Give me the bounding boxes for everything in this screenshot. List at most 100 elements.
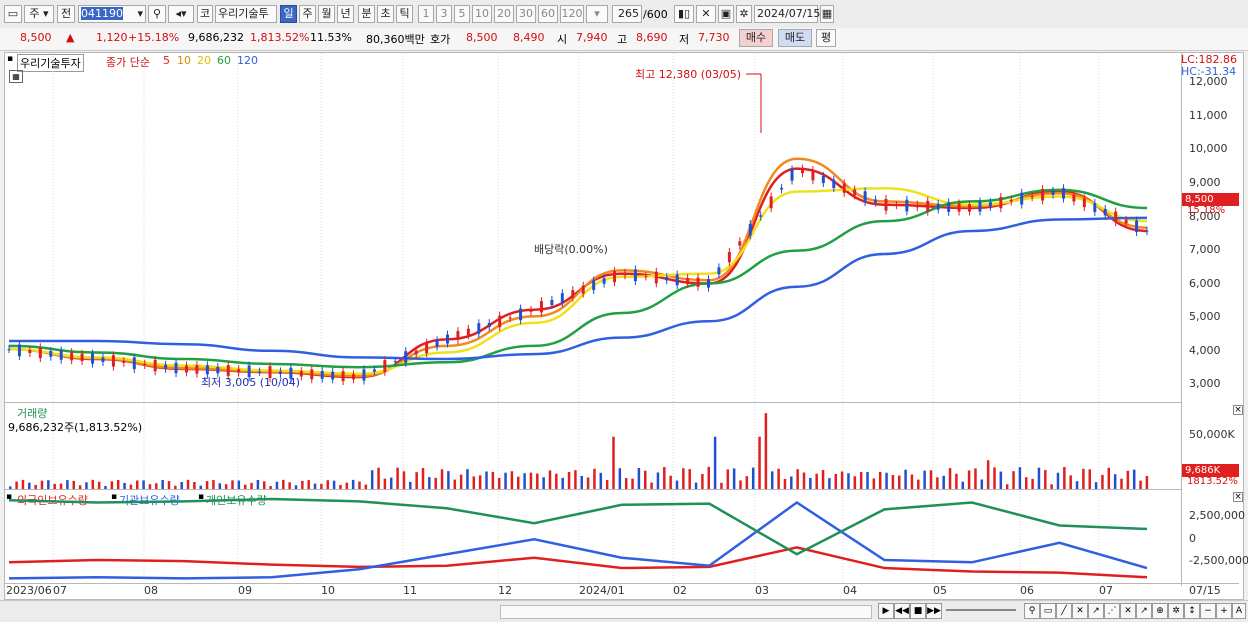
tab-period-2[interactable]: 월 [318,5,335,23]
move-icon[interactable]: ↕ [1184,603,1200,619]
prev-button[interactable]: 전 [57,5,75,23]
zoom-out-icon[interactable]: − [1200,603,1216,619]
settings-icon[interactable]: ✲ [1168,603,1184,619]
interval-dropdown[interactable]: ▾ [586,5,608,23]
zoom-in-icon[interactable]: + [1216,603,1232,619]
candle-body-33 [352,374,356,380]
volume-bar-156 [999,471,1003,489]
candle-body-108 [1135,220,1139,233]
quote-volume: 9,686,232 [188,31,244,44]
tab-period-1[interactable]: 주 [299,5,316,23]
volume-bar-105 [675,480,679,489]
tab-period-5[interactable]: 초 [377,5,394,23]
candle-body-95 [999,196,1003,209]
volume-bar-146 [936,477,939,489]
volume-bar-153 [980,479,984,489]
volume-bar-95 [612,436,615,489]
x-label-9: 03 [755,584,769,597]
count-input[interactable]: 265 [612,5,642,23]
interval-20[interactable]: 20 [494,5,514,23]
volume-bar-61 [396,467,399,489]
interval-60[interactable]: 60 [538,5,558,23]
main-toolbar: ▭ 주 ▾ 전 041190 ▾ ⚲ ◂▾ 코 우리기술투 일 주 월 년 분 초… [0,0,1248,29]
trend-tool-icon[interactable]: ↗ [1088,603,1104,619]
tab-period-0[interactable]: 일 [280,5,297,23]
candle-body-94 [988,202,992,207]
eval-button[interactable]: 평 [816,29,836,47]
volume-bar-110 [707,466,710,489]
search-icon[interactable]: ⚲ [148,5,166,23]
scroll-track[interactable] [500,605,872,619]
candle-body-38 [404,351,408,363]
chart-area[interactable]: ▪ 우리기술투자 종가 단순 5 10 20 60 120 ▦ LC:182.8… [4,52,1248,600]
candle-body-92 [968,204,972,212]
zoom-slider[interactable] [946,609,1016,611]
speaker-icon[interactable]: ◂▾ [168,5,194,23]
up-arrow-icon: ▲ [66,31,75,44]
font-size-icon[interactable]: A [1232,603,1246,619]
volume-bar-100 [644,470,647,489]
volume-bar-152 [974,468,977,489]
stock-code-input[interactable]: 041190 ▾ [78,5,146,23]
interval-3[interactable]: 3 [436,5,452,23]
gear-icon[interactable]: ✲ [736,5,752,23]
zoom-icon[interactable]: ⚲ [1024,603,1040,619]
code-label-button[interactable]: 코 [197,5,213,23]
fib-tool-icon[interactable]: ⋰ [1104,603,1120,619]
tab-period-6[interactable]: 틱 [396,5,413,23]
volume-bar-136 [872,478,876,489]
interval-10[interactable]: 10 [472,5,492,23]
scroll-right-icon[interactable]: ▶ [878,603,894,619]
date-input[interactable]: 2024/07/15 [754,5,820,23]
crosshair-icon[interactable]: ✕ [696,5,716,23]
close-volume-icon[interactable]: × [1233,405,1243,415]
volume-bar-29 [193,482,196,489]
sell-button[interactable]: 매도 [778,29,812,47]
x-label-4: 10 [321,584,335,597]
volume-bar-117 [751,467,755,489]
x-label-5: 11 [403,584,417,597]
volume-bar-67 [434,477,437,489]
cross-tool-icon[interactable]: ✕ [1120,603,1136,619]
candle-body-103 [1082,198,1086,208]
stop-icon[interactable]: ■ [910,603,926,619]
candle-body-32 [341,371,345,382]
close-holding-icon[interactable]: × [1233,492,1243,502]
magnet-icon[interactable]: ⊕ [1152,603,1168,619]
market-label: 주 [29,7,40,20]
candle-body-77 [811,170,815,181]
interval-120[interactable]: 120 [560,5,584,23]
volume-bar-83 [536,473,539,489]
volume-bar-33 [218,483,222,489]
buy-button[interactable]: 매수 [739,29,773,47]
interval-1[interactable]: 1 [418,5,434,23]
volume-bar-54 [351,479,355,489]
volume-bar-20 [136,480,139,489]
candle-body-59 [623,272,627,276]
axis-divider [1181,53,1182,586]
tab-period-4[interactable]: 분 [358,5,375,23]
volume-bar-0 [9,486,12,489]
candle-body-17 [184,365,188,373]
crosshair-tool-icon[interactable]: ✕ [1072,603,1088,619]
layout-icon[interactable]: ▭ [4,5,22,23]
market-select[interactable]: 주 ▾ [24,5,54,23]
volume-bar-59 [383,478,387,489]
line-tool-icon[interactable]: ╱ [1056,603,1072,619]
interval-5[interactable]: 5 [454,5,470,23]
arrow-tool-icon[interactable]: ↗ [1136,603,1152,619]
calendar-icon[interactable]: ▦ [820,5,834,23]
candle-body-71 [748,224,752,236]
volume-bar-122 [783,478,787,489]
chart-type-icon[interactable]: ▮▯ [674,5,694,23]
stock-name-field[interactable]: 우리기술투 [215,5,277,23]
save-icon[interactable]: ▣ [718,5,734,23]
interval-30[interactable]: 30 [516,5,536,23]
fast-forward-icon[interactable]: ▶▶ [926,603,942,619]
volume-bar-76 [491,471,495,489]
candle-body-15 [164,364,168,369]
window-icon[interactable]: ▭ [1040,603,1056,619]
volume-bar-55 [358,481,361,489]
tab-period-3[interactable]: 년 [337,5,354,23]
rewind-icon[interactable]: ◀◀ [894,603,910,619]
